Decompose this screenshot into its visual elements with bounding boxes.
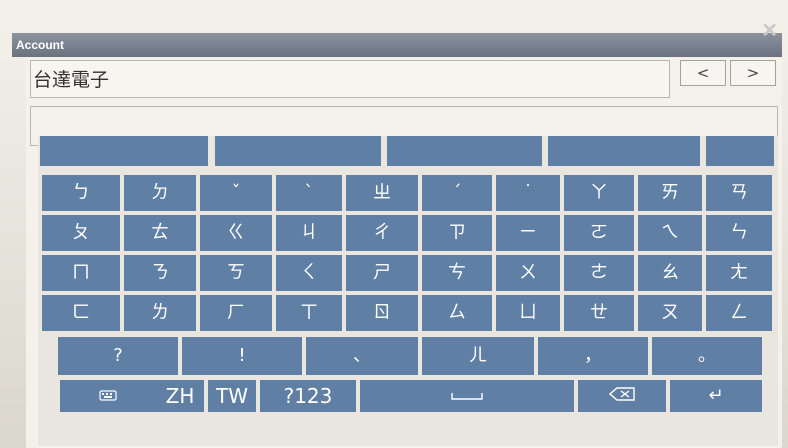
key-g[interactable]: ㄍ — [200, 215, 272, 251]
key-a[interactable]: ㄚ — [564, 175, 634, 211]
candidate-slot[interactable] — [215, 136, 381, 166]
key-x[interactable]: ㄒ — [276, 295, 342, 331]
prev-button[interactable]: < — [680, 60, 726, 86]
key-eh[interactable]: ㄝ — [564, 295, 634, 331]
key-s[interactable]: ㄙ — [422, 295, 492, 331]
key-l[interactable]: ㄌ — [124, 295, 196, 331]
close-icon[interactable]: ✕ — [761, 21, 778, 41]
key-j[interactable]: ㄐ — [276, 215, 342, 251]
key-ao[interactable]: ㄠ — [638, 255, 702, 291]
window-title: Account — [16, 38, 64, 52]
account-value: 台達電子 — [33, 69, 110, 91]
key-p[interactable]: ㄆ — [42, 215, 120, 251]
next-button[interactable]: > — [730, 60, 776, 86]
key-exclaim[interactable]: ! — [182, 337, 302, 375]
account-field[interactable]: 台達電子 — [30, 60, 670, 98]
key-c[interactable]: ㄘ — [422, 255, 492, 291]
numeric-button[interactable]: ?123 — [260, 380, 356, 412]
title-bar: Account ✕ — [12, 21, 782, 57]
candidate-slot[interactable] — [387, 136, 542, 166]
key-ei[interactable]: ㄟ — [638, 215, 702, 251]
key-ai[interactable]: ㄞ — [638, 175, 702, 211]
backspace-key[interactable] — [578, 380, 666, 412]
space-bar[interactable] — [360, 380, 574, 412]
key-k[interactable]: ㄎ — [200, 255, 272, 291]
key-h[interactable]: ㄏ — [200, 295, 272, 331]
key-u[interactable]: ㄨ — [496, 255, 560, 291]
key-er[interactable]: ㄦ — [422, 337, 534, 375]
key-tone-5[interactable]: ˙ — [496, 175, 560, 211]
candidate-slot[interactable] — [548, 136, 700, 166]
key-m[interactable]: ㄇ — [42, 255, 120, 291]
key-eng[interactable]: ㄥ — [706, 295, 772, 331]
key-en[interactable]: ㄣ — [706, 215, 772, 251]
key-an[interactable]: ㄢ — [706, 175, 772, 211]
key-e[interactable]: ㄜ — [564, 255, 634, 291]
candidate-slot[interactable] — [40, 136, 208, 166]
key-q[interactable]: ㄑ — [276, 255, 342, 291]
key-comma-cn[interactable]: 、 — [306, 337, 418, 375]
key-ch[interactable]: ㄔ — [346, 215, 418, 251]
key-v[interactable]: ㄩ — [496, 295, 560, 331]
key-z[interactable]: ㄗ — [422, 215, 492, 251]
lang-zh-button[interactable]: ZH — [156, 380, 204, 412]
key-question[interactable]: ? — [58, 337, 178, 375]
key-tone-4[interactable]: ˋ — [276, 175, 342, 211]
keyboard-button[interactable] — [60, 380, 156, 412]
key-sh[interactable]: ㄕ — [346, 255, 418, 291]
key-o[interactable]: ㄛ — [564, 215, 634, 251]
key-t[interactable]: ㄊ — [124, 215, 196, 251]
key-period-cn[interactable]: 。 — [652, 337, 762, 375]
key-d[interactable]: ㄉ — [124, 175, 196, 211]
key-b[interactable]: ㄅ — [42, 175, 120, 211]
key-r[interactable]: ㄖ — [346, 295, 418, 331]
key-tone-2[interactable]: ˊ — [422, 175, 492, 211]
key-comma-full[interactable]: ， — [538, 337, 648, 375]
key-ang[interactable]: ㄤ — [706, 255, 772, 291]
space-icon — [450, 385, 484, 406]
keyboard-icon — [99, 380, 117, 412]
key-ou[interactable]: ㄡ — [638, 295, 702, 331]
backspace-icon — [608, 385, 635, 406]
key-tone-3[interactable]: ˇ — [200, 175, 272, 211]
key-n[interactable]: ㄋ — [124, 255, 196, 291]
lang-tw-button[interactable]: TW — [208, 380, 256, 412]
candidate-slot[interactable] — [706, 136, 774, 166]
key-f[interactable]: ㄈ — [42, 295, 120, 331]
key-zh[interactable]: ㄓ — [346, 175, 418, 211]
key-i[interactable]: ㄧ — [496, 215, 560, 251]
enter-key[interactable]: ↵ — [670, 380, 762, 412]
